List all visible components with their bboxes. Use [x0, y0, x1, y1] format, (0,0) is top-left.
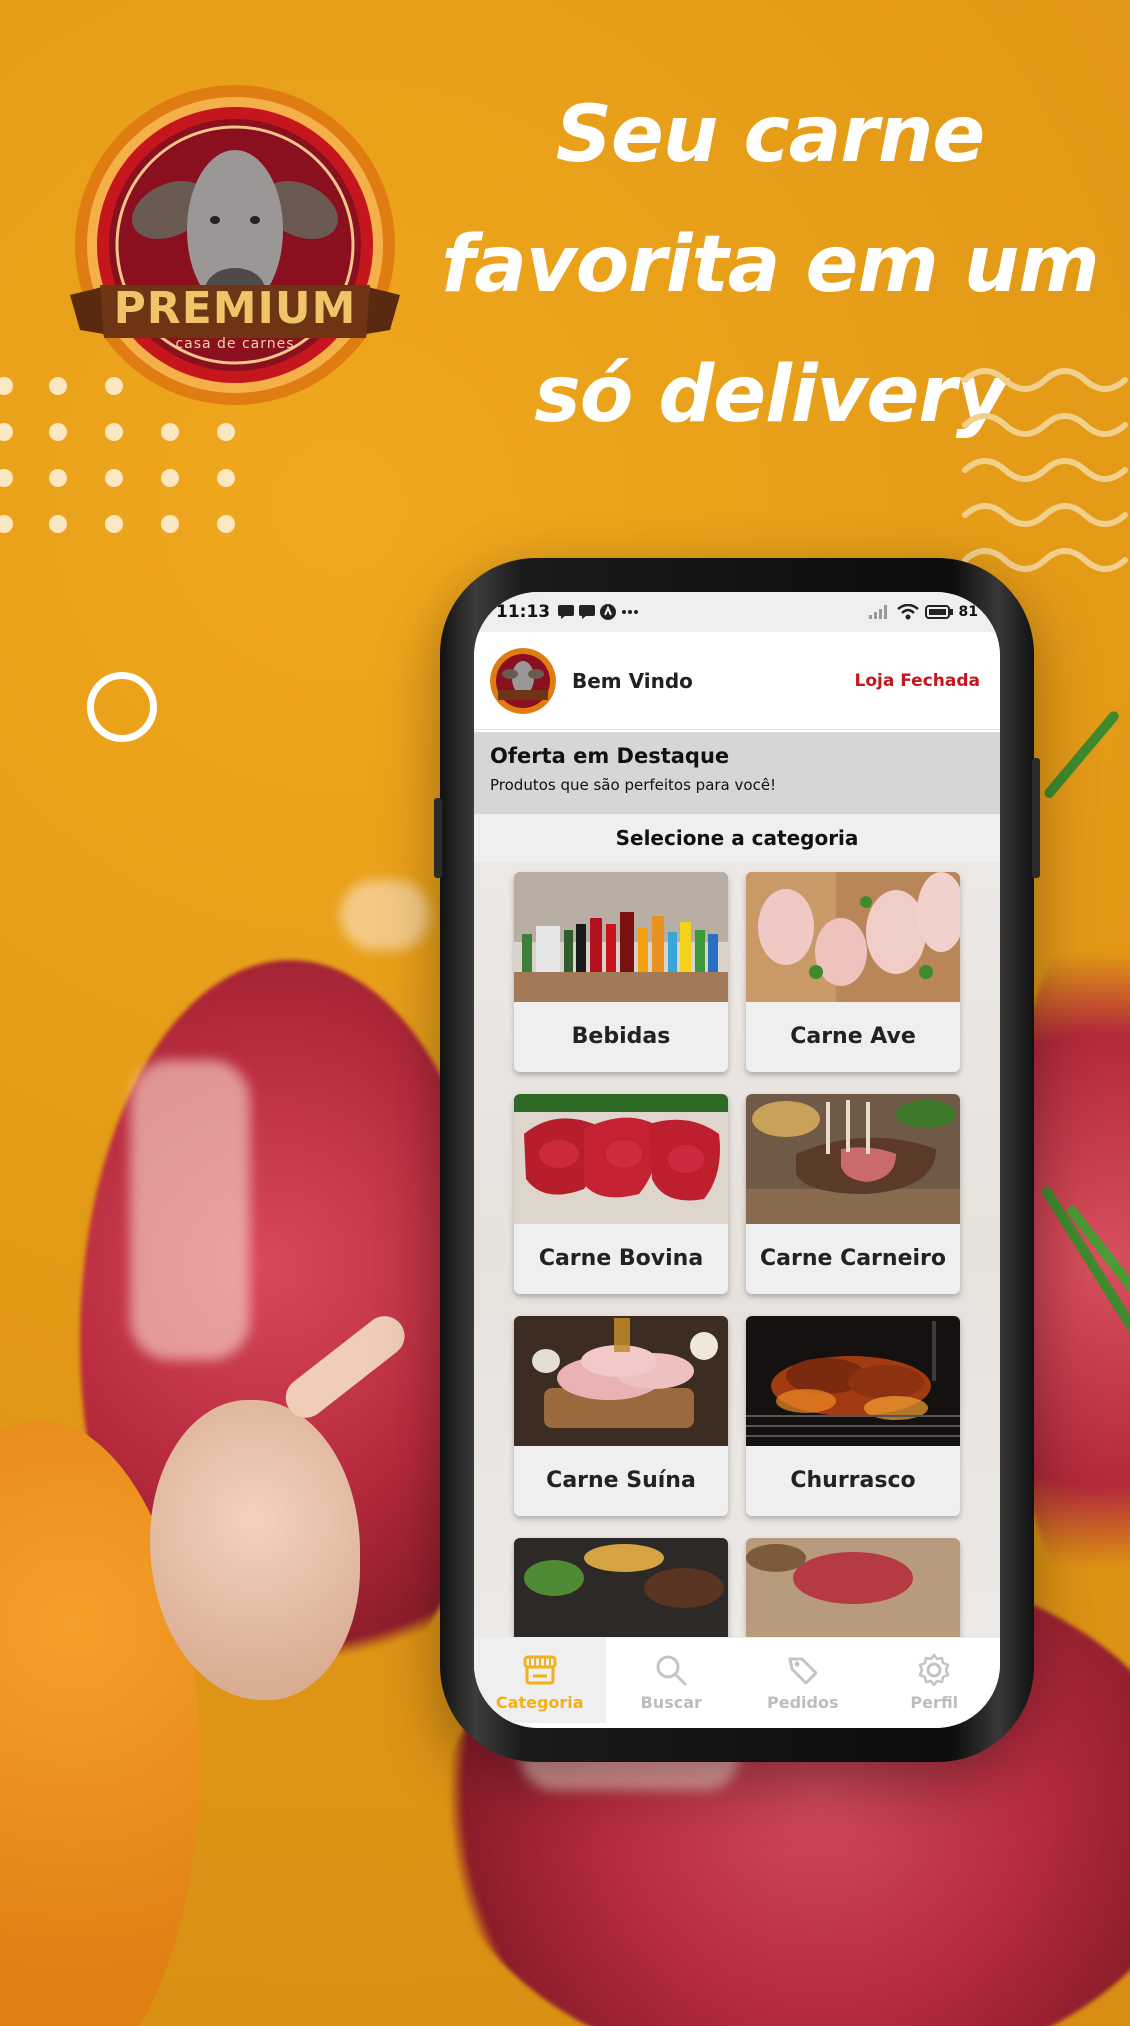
- store-logo-avatar[interactable]: [490, 647, 556, 714]
- category-image-churrasco: [746, 1316, 960, 1446]
- dot-pattern: [0, 377, 235, 533]
- tab-label: Perfil: [910, 1692, 959, 1712]
- gear-icon: [919, 1653, 950, 1686]
- category-image-carne-bovina: [514, 1094, 728, 1224]
- category-card-carne-bovina[interactable]: Carne Bovina: [514, 1094, 728, 1294]
- featured-title: Oferta em Destaque: [490, 744, 730, 768]
- category-label: Churrasco: [790, 1468, 916, 1493]
- category-heading: Selecione a categoria: [474, 814, 1000, 862]
- message-icon: [579, 605, 596, 619]
- category-label: Carne Ave: [790, 1024, 916, 1049]
- category-label: Carne Suína: [546, 1468, 696, 1493]
- category-label: Carne Carneiro: [759, 1246, 946, 1271]
- more-icon: [622, 610, 639, 614]
- rosemary-sprig: [1042, 709, 1121, 800]
- category-label: Bebidas: [571, 1024, 671, 1049]
- featured-subtitle: Produtos que são perfeitos para você!: [490, 776, 777, 794]
- promo-background: PREMIUM casa de carnes Seu carne favorit…: [0, 0, 1130, 2026]
- category-image-partial-left: [514, 1538, 728, 1637]
- category-card-carne-carneiro[interactable]: Carne Carneiro: [746, 1094, 960, 1294]
- category-image-carne-suina: [514, 1316, 728, 1446]
- status-time: 11:13: [496, 602, 551, 622]
- message-icon: [558, 605, 575, 619]
- app-notification-icon: [600, 604, 617, 620]
- premium-logo: [70, 85, 400, 405]
- category-card-partial-left[interactable]: [514, 1538, 728, 1637]
- logo-tagline: casa de carnes: [175, 336, 295, 352]
- tag-icon: [788, 1657, 818, 1684]
- meat-fat: [130, 1060, 250, 1360]
- battery-level: 81: [958, 604, 978, 620]
- signal-icon: [868, 605, 887, 619]
- category-image-carne-ave: [746, 872, 960, 1002]
- store-status-badge: Loja Fechada: [854, 670, 980, 691]
- category-card-partial-right[interactable]: [746, 1538, 960, 1637]
- category-image-bebidas: [514, 872, 728, 1002]
- tab-categoria[interactable]: Categoria: [474, 1638, 606, 1724]
- phone-mockup: 11:13 81 Bem Vindo Loja Fechada Oferta e…: [434, 558, 1040, 1762]
- wave-decoration: [962, 368, 1128, 572]
- wifi-icon: [896, 604, 919, 620]
- tab-buscar[interactable]: Buscar: [606, 1638, 738, 1724]
- bottom-tab-bar: Categoria Buscar Pedidos Perfil: [474, 1637, 1000, 1724]
- headline-line-1: Seu carne: [555, 90, 986, 180]
- status-bar: 11:13 81: [474, 592, 1000, 632]
- headline-line-3: só delivery: [534, 350, 1006, 440]
- ring-decoration: [87, 672, 157, 742]
- category-image-carne-carneiro: [746, 1094, 960, 1224]
- category-card-carne-ave[interactable]: Carne Ave: [746, 872, 960, 1072]
- android-nav-bar: [474, 1723, 1000, 1728]
- tab-label: Pedidos: [767, 1692, 839, 1712]
- category-image-partial-right: [746, 1538, 960, 1637]
- category-label: Carne Bovina: [538, 1246, 704, 1271]
- category-card-bebidas[interactable]: Bebidas: [514, 872, 728, 1072]
- category-card-churrasco[interactable]: Churrasco: [746, 1316, 960, 1516]
- app-screen: 11:13 81 Bem Vindo Loja Fechada Oferta e…: [474, 592, 1000, 1728]
- tab-label: Buscar: [640, 1692, 702, 1712]
- logo-wordmark: PREMIUM: [113, 283, 357, 334]
- category-card-carne-suina[interactable]: Carne Suína: [514, 1316, 728, 1516]
- featured-offer-banner[interactable]: Oferta em Destaque Produtos que são perf…: [474, 732, 1000, 814]
- phone-side-button: [434, 798, 442, 878]
- store-icon: [523, 1655, 557, 1684]
- search-icon: [656, 1655, 687, 1685]
- battery-icon: [924, 605, 953, 619]
- phone-side-button: [1032, 758, 1040, 878]
- category-grid: Bebidas Carne Ave Carne Bovina Carne Car…: [474, 862, 1000, 1637]
- tab-perfil[interactable]: Perfil: [869, 1638, 1001, 1724]
- headline-line-2: favorita em um: [441, 220, 1099, 310]
- welcome-text: Bem Vindo: [572, 668, 693, 693]
- system-status: 81: [868, 604, 978, 620]
- notification-icons: [558, 604, 639, 620]
- tab-pedidos[interactable]: Pedidos: [737, 1638, 869, 1724]
- app-header: Bem Vindo Loja Fechada: [474, 632, 1000, 730]
- tab-label: Categoria: [495, 1692, 584, 1712]
- meat-fat: [340, 880, 430, 950]
